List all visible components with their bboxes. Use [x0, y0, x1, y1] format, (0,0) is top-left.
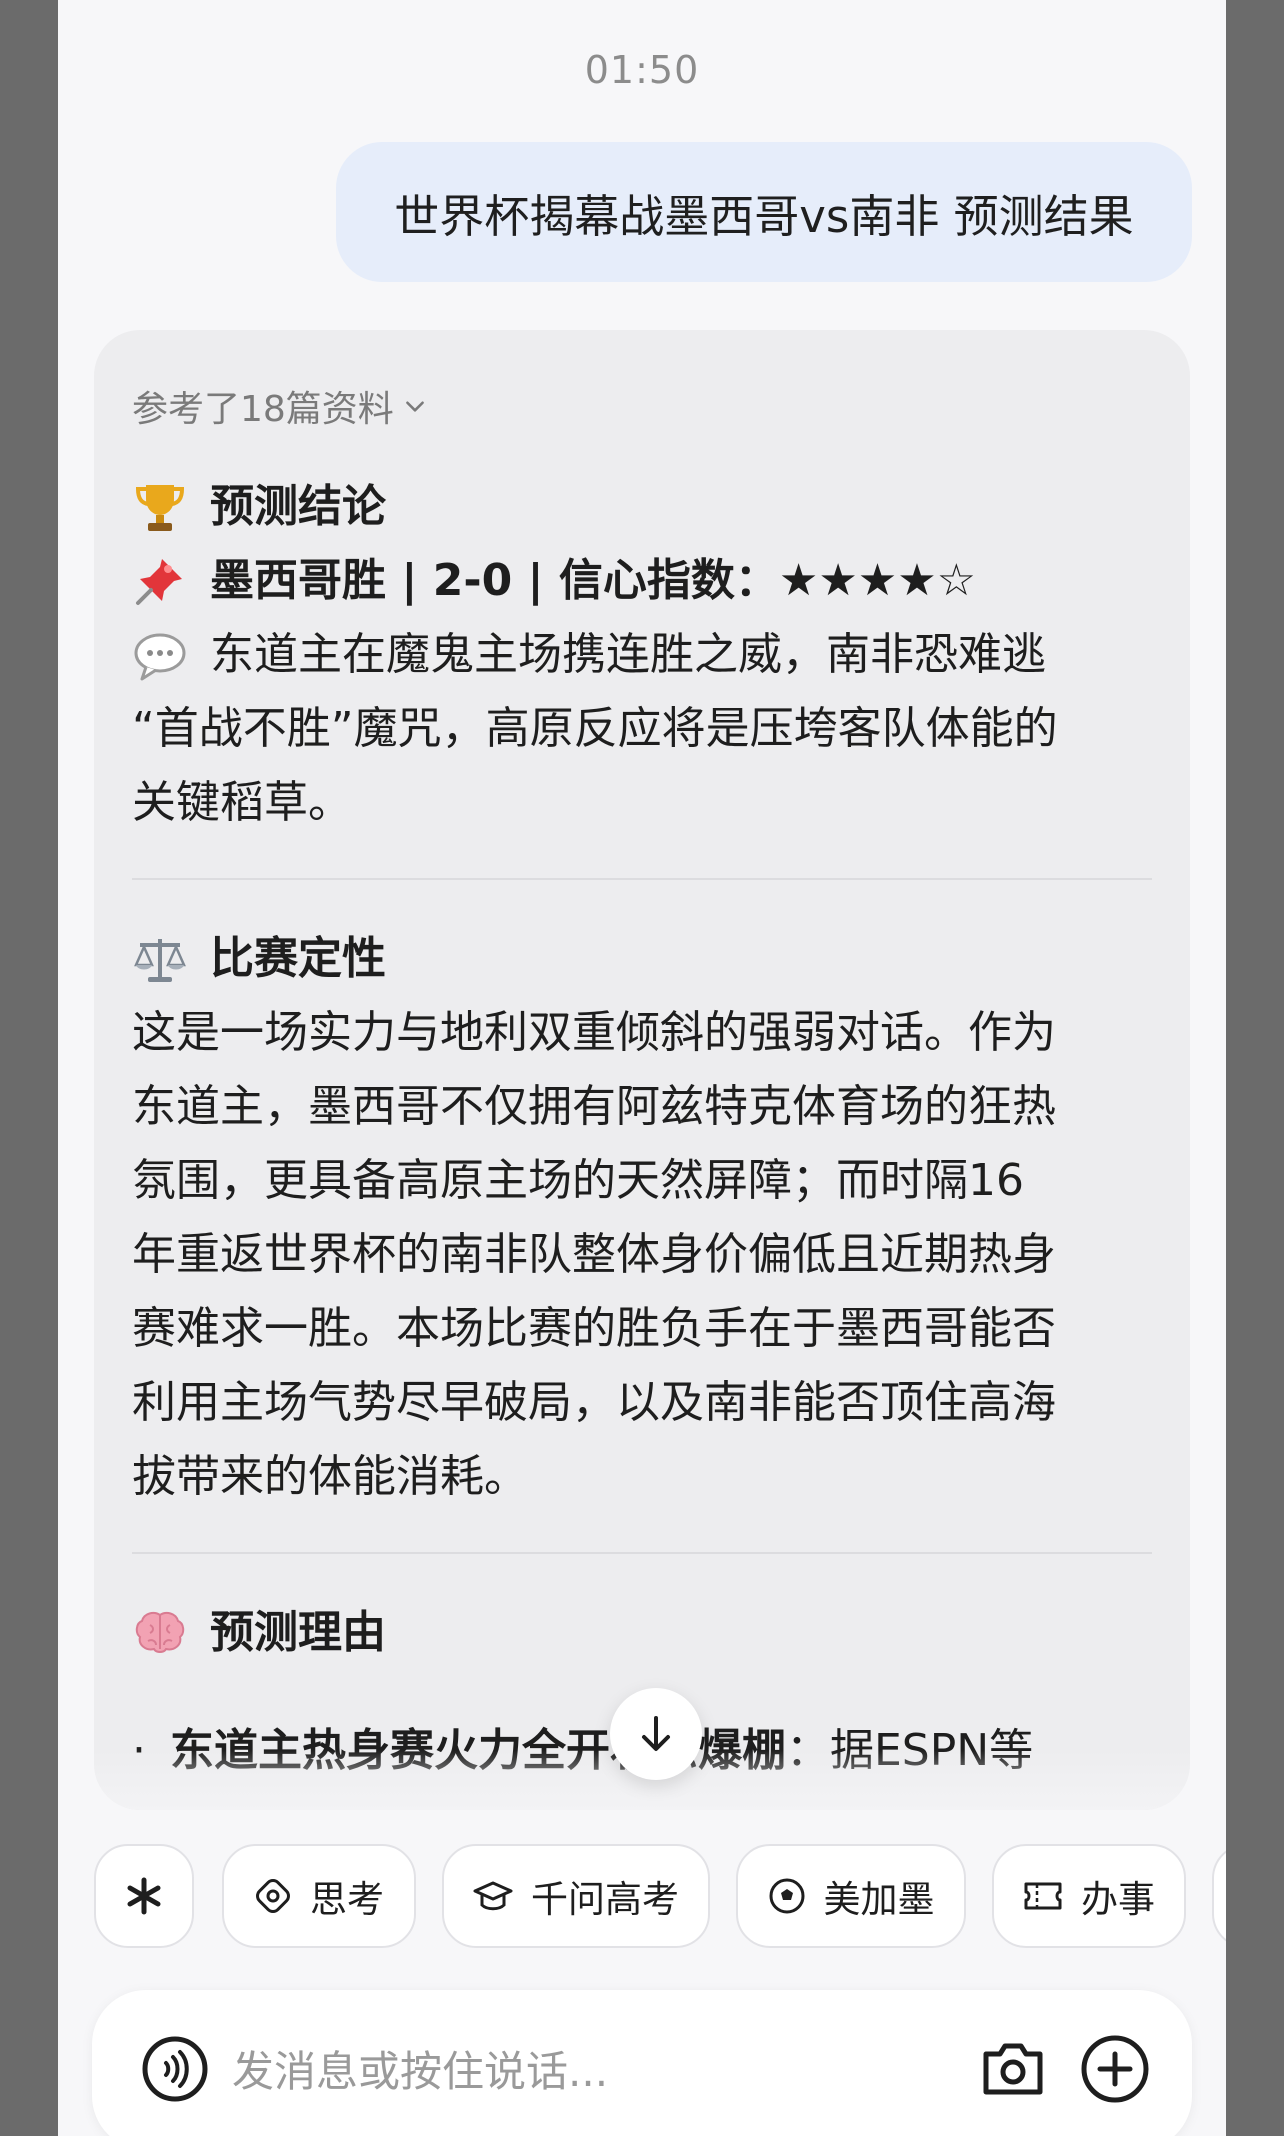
chip-overflow[interactable]: [1212, 1844, 1226, 1948]
chip-gaokao[interactable]: 千问高考: [442, 1844, 710, 1948]
chip-sparkle[interactable]: [94, 1844, 194, 1948]
think-icon: [256, 1879, 290, 1913]
chip-errands-label: 办事: [1081, 1878, 1155, 1921]
status-time: 01:50: [584, 48, 700, 92]
nature-text-1: 这是一场实力与地利双重倾斜的强弱对话。作为: [132, 1007, 1056, 1058]
user-message-bubble[interactable]: 世界杯揭幕战墨西哥vs南非 预测结果: [336, 142, 1192, 282]
sparkle-icon: [127, 1877, 161, 1915]
chip-mexico-label: 美加墨: [823, 1878, 935, 1921]
graduation-cap-icon: [473, 1881, 513, 1911]
chat-screen: 01:50 世界杯揭幕战墨西哥vs南非 预测结果 参考了18篇资料 预测结论 墨…: [58, 0, 1226, 2136]
nature-text-2: 东道主，墨西哥不仅拥有阿兹特克体育场的狂热: [132, 1081, 1056, 1132]
prediction-line: 墨西哥胜 | 2-0 | 信心指数：★★★★☆: [132, 544, 1162, 618]
chip-think[interactable]: 思考: [222, 1844, 416, 1948]
balance-scale-icon: [134, 939, 186, 982]
reason-heading: 预测理由: [132, 1596, 1162, 1670]
message-input-bar: 发消息或按住说话...: [92, 1990, 1192, 2136]
arrow-down-icon: [642, 1716, 670, 1751]
nature-heading-text: 比赛定性: [210, 933, 386, 984]
speech-bubble-icon: [134, 633, 186, 681]
message-input[interactable]: 发消息或按住说话...: [232, 2038, 608, 2099]
nature-text-4: 年重返世界杯的南非队整体身价偏低且近期热身: [132, 1229, 1056, 1280]
scroll-to-bottom-button[interactable]: [610, 1688, 702, 1780]
camera-icon[interactable]: [974, 2030, 1052, 2108]
soccer-ball-icon: [769, 1878, 804, 1914]
section-divider: [132, 878, 1152, 880]
nature-heading: 比赛定性: [132, 922, 1162, 996]
voice-input-icon[interactable]: [136, 2030, 214, 2108]
conclusion-heading: 预测结论: [132, 470, 1162, 544]
references-label: 参考了18篇资料: [132, 389, 394, 430]
chip-errands[interactable]: 办事: [992, 1844, 1186, 1948]
quick-chips-bar: 思考 千问高考 美加墨 办事: [58, 1816, 1226, 1966]
ticket-icon: [1024, 1882, 1062, 1910]
pushpin-icon: [136, 559, 182, 605]
plus-icon[interactable]: [1076, 2030, 1154, 2108]
nature-text-5: 赛难求一胜。本场比赛的胜负手在于墨西哥能否: [132, 1303, 1056, 1354]
conclusion-heading-text: 预测结论: [210, 481, 386, 532]
prediction-text: 墨西哥胜 | 2-0 | 信心指数：★★★★☆: [210, 555, 977, 606]
chip-gaokao-label: 千问高考: [531, 1878, 679, 1921]
nature-text-7: 拔带来的体能消耗。: [132, 1451, 528, 1502]
chip-mexico-us-canada[interactable]: 美加墨: [736, 1844, 966, 1948]
brain-icon: [135, 1612, 185, 1653]
reason-heading-text: 预测理由: [210, 1607, 386, 1658]
user-message-text: 世界杯揭幕战墨西哥vs南非 预测结果: [394, 189, 1134, 243]
trophy-icon: [135, 485, 185, 531]
section-divider: [132, 1552, 1152, 1554]
answer-card: 参考了18篇资料 预测结论 墨西哥胜 | 2-0 | 信心指数：★★★★☆ 东道…: [94, 330, 1190, 1810]
answer-content: 预测结论 墨西哥胜 | 2-0 | 信心指数：★★★★☆ 东道主在魔鬼主场携连胜…: [132, 470, 1162, 1788]
references-toggle[interactable]: 参考了18篇资料: [132, 380, 428, 432]
nature-text-6: 利用主场气势尽早破局，以及南非能否顶住高海: [132, 1377, 1056, 1428]
chip-think-label: 思考: [310, 1878, 384, 1921]
nature-text-3: 氛围，更具备高原主场的天然屏障；而时隔16: [132, 1155, 1024, 1206]
summary-text-3: 关键稻草。: [132, 777, 352, 828]
chevron-down-icon: [405, 401, 424, 412]
summary-text-2: “首战不胜”魔咒，高原反应将是压垮客队体能的: [132, 703, 1058, 754]
summary-line-1: 东道主在魔鬼主场携连胜之威，南非恐难逃: [132, 618, 1162, 692]
summary-text-1: 东道主在魔鬼主场携连胜之威，南非恐难逃: [210, 629, 1046, 680]
